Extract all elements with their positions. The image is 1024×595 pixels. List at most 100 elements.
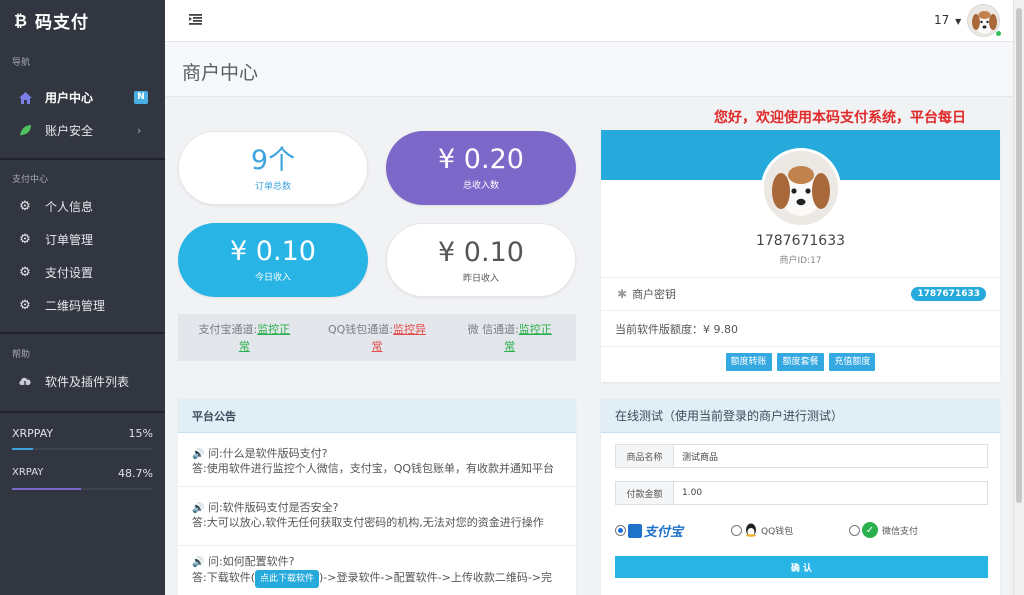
alipay-shield-icon — [628, 523, 642, 538]
merchant-key-row: ✱ 商户密钥 1787671633 — [601, 277, 1000, 311]
pay-option-alipay[interactable]: 支付宝 — [615, 521, 683, 540]
online-test-panel: 在线测试（使用当前登录的商户进行测试） 商品名称 付款金额 支付宝 QQ钱包 ✓… — [601, 399, 1000, 595]
scrollbar-thumb[interactable] — [1016, 8, 1022, 503]
channel-name: QQ钱包通道: — [327, 323, 394, 336]
stat-value: 9个 — [250, 145, 296, 176]
sidebar-item-label: 支付设置 — [45, 266, 94, 280]
stat-value: ¥ 0.10 — [230, 236, 316, 267]
top-bar: 17 ▼ — [165, 0, 1013, 42]
qq-label: QQ钱包 — [761, 526, 794, 537]
stat-label: 昨日收入 — [462, 274, 499, 284]
profile-card: 1787671633 商户ID:17 ✱ 商户密钥 1787671633 当前软… — [601, 130, 1000, 382]
progress-track — [12, 488, 153, 490]
pay-option-wechat[interactable]: ✓ 微信支付 — [849, 522, 918, 538]
progress-fill — [12, 448, 34, 450]
qq-penguin-icon — [744, 523, 758, 537]
stat-today-income: ¥ 0.10 今日收入 — [178, 223, 368, 297]
menu-icon[interactable] — [189, 14, 202, 28]
notice-panel: 平台公告 🔊 问:什么是软件版码支付? 答:使用软件进行监控个人微信，支付宝，Q… — [178, 399, 576, 595]
radio-button[interactable] — [615, 525, 626, 536]
goods-name-label: 商品名称 — [616, 445, 674, 467]
gear-icon: ⚙ — [19, 199, 31, 214]
gear-icon: ⚙ — [19, 298, 31, 313]
page-scrollbar[interactable] — [1013, 0, 1024, 595]
sidebar-item-profile[interactable]: ⚙ 个人信息 — [0, 190, 165, 223]
wechat-check-icon: ✓ — [862, 522, 878, 538]
download-software-button[interactable]: 点此下载软件 — [255, 570, 320, 588]
stat-total-orders: 9个 订单总数 — [178, 131, 368, 205]
channel-status-link[interactable]: 监控正 — [257, 323, 290, 336]
section-label-nav: 导航 — [12, 58, 31, 68]
sidebar-item-label: 二维码管理 — [45, 299, 106, 313]
channel-status-link[interactable]: 常 — [239, 340, 250, 353]
progress-label: XRPAY — [12, 467, 44, 478]
sidebar-item-pay-settings[interactable]: ⚙ 支付设置 — [0, 256, 165, 289]
notice-title: 平台公告 — [178, 399, 576, 433]
sidebar-item-qrcode[interactable]: ⚙ 二维码管理 — [0, 289, 165, 322]
sidebar-item-account-security[interactable]: 账户安全 › — [0, 114, 165, 147]
gear-icon: ⚙ — [19, 232, 31, 247]
radio-button[interactable] — [849, 524, 860, 536]
notice-answer: 答:大可以放心,软件无任何获取支付密码的机构,无法对您的资金进行操作 — [192, 516, 544, 529]
radio-button[interactable] — [731, 524, 742, 536]
leaf-icon — [18, 124, 32, 137]
sidebar-item-label: 账户安全 — [45, 124, 94, 138]
quota-value: ¥ 9.80 — [703, 323, 738, 336]
channel-status-link[interactable]: 监控异 — [393, 323, 426, 336]
speaker-icon: 🔊 — [192, 557, 205, 568]
caret-down-icon: ▼ — [955, 17, 962, 26]
chevron-right-icon: › — [137, 124, 142, 137]
sidebar-item-label: 软件及插件列表 — [45, 375, 130, 389]
goods-name-input[interactable] — [674, 445, 987, 467]
speaker-icon: 🔊 — [192, 449, 205, 460]
welcome-marquee: 您好，欢迎使用本码支付系统，平台每日 — [714, 110, 966, 126]
quota-recharge-button[interactable]: 充值额度 — [829, 353, 876, 371]
section-label-help: 帮助 — [12, 350, 31, 360]
notice-answer: )->登录软件->配置软件->上传收款二维码->完 — [319, 571, 553, 584]
channel-wechat: 微 信通道:监控正 常 — [443, 314, 576, 361]
quota-package-button[interactable]: 额度套餐 — [777, 353, 824, 371]
logo[interactable]: ₿ 码支付 — [0, 0, 165, 41]
merchant-key-label: 商户密钥 — [632, 288, 677, 301]
stat-value: ¥ 0.20 — [438, 144, 524, 175]
stat-yesterday-income: ¥ 0.10 昨日收入 — [386, 223, 576, 297]
cloud-download-icon — [18, 376, 32, 388]
channel-alipay: 支付宝通道:监控正 常 — [178, 314, 311, 361]
amount-label: 付款金额 — [616, 482, 674, 504]
notice-answer: 答:使用软件进行监控个人微信，支付宝，QQ钱包账单，有收款并通知平台 — [192, 462, 555, 475]
sidebar-item-label: 个人信息 — [45, 200, 94, 214]
amount-row: 付款金额 — [615, 481, 988, 505]
stat-label: 总收入数 — [462, 181, 499, 191]
channel-status-link[interactable]: 常 — [504, 340, 515, 353]
sidebar-item-user-center[interactable]: 用户中心 N — [0, 81, 165, 114]
notice-question: 问:什么是软件版码支付? — [207, 447, 328, 460]
alipay-label: 支付宝 — [644, 525, 684, 540]
new-badge: N — [134, 91, 148, 104]
sidebar-item-orders[interactable]: ⚙ 订单管理 — [0, 223, 165, 256]
sidebar-item-software[interactable]: 软件及插件列表 — [0, 365, 165, 398]
merchant-id: 商户ID:17 — [779, 256, 822, 266]
pay-option-qq[interactable]: QQ钱包 — [731, 523, 793, 537]
user-count[interactable]: 17 ▼ — [934, 13, 961, 27]
stat-label: 订单总数 — [254, 182, 291, 192]
speaker-icon: 🔊 — [192, 503, 205, 514]
progress-label: XRPPAY — [12, 427, 54, 440]
quota-transfer-button[interactable]: 额度转账 — [725, 353, 772, 371]
progress-fill — [12, 488, 81, 490]
asterisk-icon: ✱ — [617, 287, 628, 301]
divider — [0, 332, 165, 334]
wechat-label: 微信支付 — [882, 526, 919, 537]
channel-status-link[interactable]: 监控正 — [519, 323, 552, 336]
merchant-key-badge: 1787671633 — [911, 287, 986, 301]
notice-question: 问:软件版码支付是否安全? — [207, 501, 339, 514]
notice-answer: 答:下载软件( — [192, 571, 255, 584]
stat-value: ¥ 0.10 — [438, 237, 524, 268]
profile-avatar — [761, 148, 841, 228]
progress-xrppay: XRPPAY 15% — [0, 427, 165, 450]
confirm-button[interactable]: 确 认 — [615, 556, 988, 578]
amount-input[interactable] — [674, 482, 987, 504]
bitcoin-icon: ₿ — [14, 10, 29, 30]
progress-xrpay: XRPAY 48.7% — [0, 467, 165, 490]
quota-row: 当前软件版额度：¥ 9.80 — [615, 321, 738, 337]
channel-status-link[interactable]: 常 — [372, 340, 383, 353]
